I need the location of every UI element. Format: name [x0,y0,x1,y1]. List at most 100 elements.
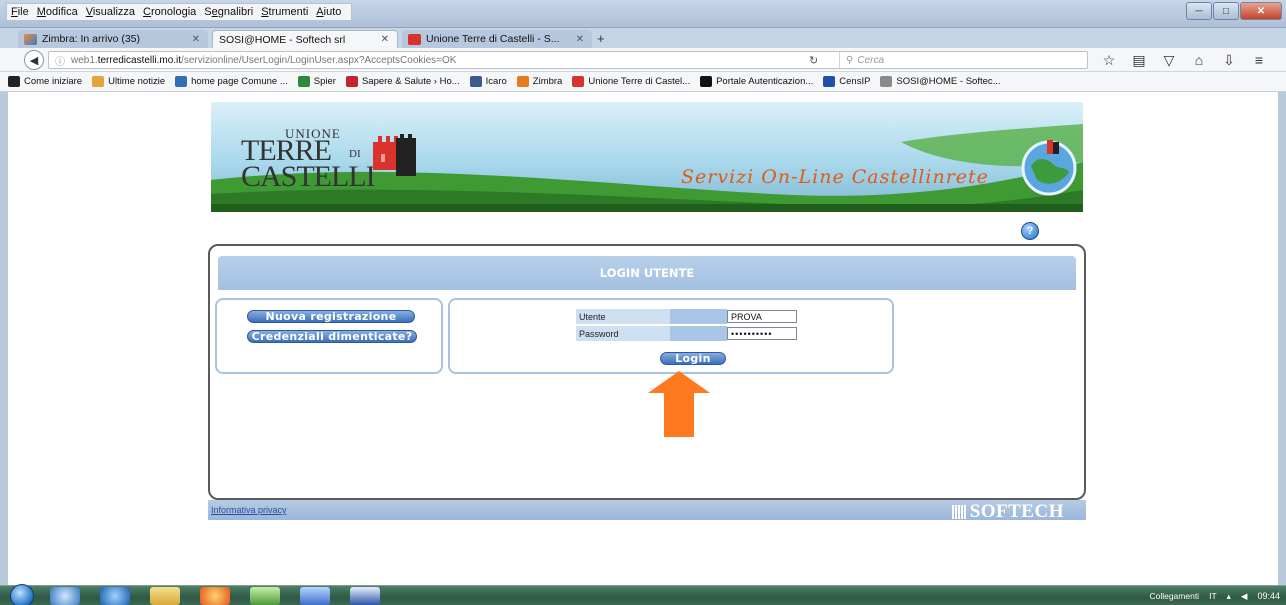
account-actions-box: Nuova registrazione Credenziali dimentic… [215,298,443,374]
bookmark-item[interactable]: Ultime notizie [92,76,165,87]
language-indicator[interactable]: IT [1209,591,1217,601]
bookmark-label: SOSI@HOME - Softec... [896,76,1001,87]
new-registration-button[interactable]: Nuova registrazione [247,310,415,323]
bookmark-label: Ultime notizie [108,76,166,87]
username-label-shade [670,309,727,324]
reload-icon[interactable]: ↻ [809,54,818,67]
back-button[interactable]: ◀ [24,50,44,70]
forgot-credentials-button[interactable]: Credenziali dimenticate? [247,330,417,343]
bookmark-favicon-icon [345,76,358,87]
tab-sosi-home[interactable]: SOSI@HOME - Softech srl ✕ [212,30,398,48]
url-prefix: web1. [71,54,98,66]
network-icon[interactable]: ▴ [1227,591,1231,602]
bookmark-item[interactable]: Unione Terre di Castel... [572,76,690,87]
site-banner: UNIONE TERRE DI CASTELLI Servizi On-Line… [211,102,1083,212]
tab-unione-terre[interactable]: Unione Terre di Castelli - S... ✕ [402,30,592,48]
bookmark-item[interactable]: Zimbra [516,76,563,87]
menu-item-0[interactable]: File [7,6,33,18]
tab-label: Zimbra: In arrivo (35) [42,33,141,45]
bookmark-star-icon[interactable]: ☆ [1094,52,1124,69]
pocket-icon[interactable]: ▽ [1154,52,1184,69]
window-controls: ─ □ ✕ [1185,2,1282,20]
privacy-link[interactable]: Informativa privacy [211,505,287,515]
login-panel: LOGIN UTENTE Nuova registrazione Credenz… [208,244,1086,500]
menu-item-3[interactable]: Cronologia [139,6,200,18]
bookmark-item[interactable]: home page Comune ... [175,76,288,87]
bookmark-item[interactable]: Sapere & Salute › Ho... [345,76,460,87]
windows-taskbar: Collegamenti IT ▴ ◀ 09:44 [0,584,1286,605]
close-tab-icon[interactable]: ✕ [576,34,584,45]
minimize-button[interactable]: ─ [1186,2,1212,20]
bookmark-label: Sapere & Salute › Ho... [361,76,460,87]
bookmark-label: home page Comune ... [191,76,288,87]
close-tab-icon[interactable]: ✕ [192,34,200,45]
help-icon[interactable]: ? [1021,222,1039,240]
new-tab-button[interactable]: + [597,31,605,46]
maximize-button[interactable]: □ [1213,2,1239,20]
bookmark-favicon-icon [823,76,836,87]
bookmark-favicon-icon [8,76,20,87]
menu-item-2[interactable]: Visualizza [82,6,139,18]
bookmarks-bar: Come iniziare Ultime notizie home page Com… [0,72,1286,92]
password-input[interactable]: •••••••••• [727,327,797,340]
system-tray: Collegamenti IT ▴ ◀ 09:44 [1139,586,1280,605]
close-window-button[interactable]: ✕ [1240,2,1282,20]
menu-icon[interactable]: ≡ [1244,52,1274,69]
volume-icon[interactable]: ◀ [1241,591,1248,602]
softech-bars-icon [951,505,966,519]
address-bar[interactable]: ⓘ web1. terredicastelli.mo.it/servizionli… [48,51,1088,69]
menu-item-6[interactable]: Aiuto [312,6,345,18]
bookmark-favicon-icon [516,76,529,87]
login-header: LOGIN UTENTE [218,256,1076,290]
folder-icon[interactable] [150,587,180,605]
globe-icon [1021,140,1077,196]
menu-item-4[interactable]: Segnalibri [200,6,257,18]
bookmark-favicon-icon [175,76,188,87]
menu-item-5[interactable]: Strumenti [257,6,312,18]
close-tab-icon[interactable]: ✕ [381,34,389,45]
info-icon[interactable]: ⓘ [55,53,65,68]
bookmark-item[interactable]: Come iniziare [8,76,82,87]
taskbar-app-icon[interactable] [250,587,280,605]
taskbar-app-icon[interactable] [300,587,330,605]
download-icon[interactable]: ⇩ [1214,52,1244,69]
unione-icon [408,33,421,45]
bookmark-favicon-icon [469,76,482,87]
clock[interactable]: 09:44 [1257,591,1280,601]
username-label: Utente [576,309,670,324]
menu-item-1[interactable]: Modifica [33,6,82,18]
url-domain: terredicastelli.mo.it [97,54,182,66]
navigation-bar: ◀ ⓘ web1. terredicastelli.mo.it/servizion… [0,48,1286,72]
bookmark-favicon-icon [700,76,713,87]
tab-zimbra[interactable]: Zimbra: In arrivo (35) ✕ [18,30,208,48]
bookmark-item[interactable]: SOSI@HOME - Softec... [880,76,1001,87]
reading-list-icon[interactable]: ▤ [1124,52,1154,69]
menu-list: File Modifica Visualizza Cronologia Segnalib… [6,3,353,21]
url-path: /servizionline/UserLogin/LoginUser.aspx?… [181,54,457,66]
bookmark-favicon-icon [880,76,893,87]
toolbar-icons: ☆ ▤ ▽ ⌂ ⇩ ≡ [1094,52,1274,69]
bookmark-item[interactable]: Icaro [469,76,507,87]
username-input[interactable]: PROVA [727,310,797,323]
bookmark-item[interactable]: CensIP [823,76,870,87]
bookmark-label: CensIP [839,76,871,87]
login-button[interactable]: Login [660,352,726,365]
bookmark-favicon-icon [92,76,105,87]
bookmark-label: Zimbra [532,76,563,87]
taskbar-app-icon[interactable] [50,587,80,605]
search-input[interactable]: ⚲ Cerca [839,52,1087,68]
start-button-icon[interactable] [10,584,34,605]
up-arrow-icon [648,371,710,437]
logo-castelli-text: CASTELLI [241,160,376,193]
zimbra-icon [24,33,37,45]
firefox-icon[interactable] [200,587,230,605]
bookmark-item[interactable]: Portale Autenticazion... [700,76,813,87]
banner-slogan: Servizi On-Line Castellinrete [681,166,989,188]
home-icon[interactable]: ⌂ [1184,52,1214,69]
word-icon[interactable] [350,587,380,605]
bookmark-item[interactable]: Spier [297,76,336,87]
page-footer: Informativa privacy SOFTECH [208,500,1086,522]
tray-label: Collegamenti [1149,591,1200,601]
bookmark-label: Spier [313,76,336,87]
internet-explorer-icon[interactable] [100,587,130,605]
